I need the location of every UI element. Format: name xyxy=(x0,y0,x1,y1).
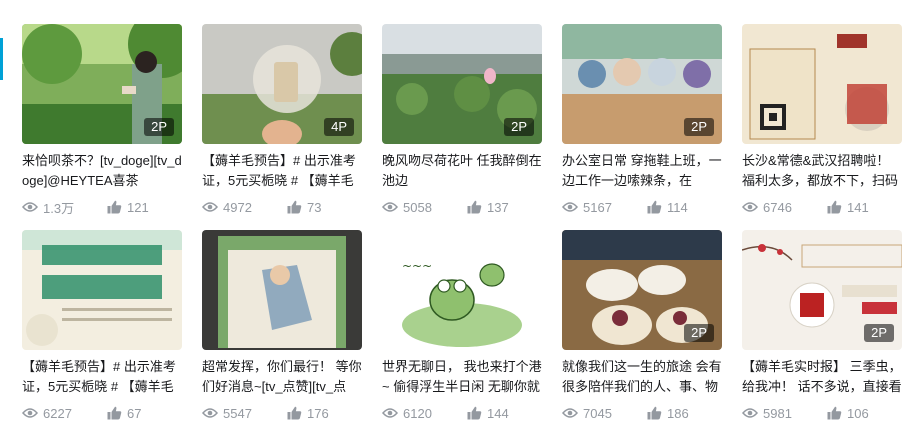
video-thumbnail[interactable] xyxy=(202,230,362,350)
view-eye-icon xyxy=(202,202,218,212)
video-thumbnail[interactable]: 2P xyxy=(562,230,722,350)
video-thumbnail[interactable]: 2P xyxy=(382,24,542,144)
video-thumbnail[interactable] xyxy=(742,24,902,144)
like-count: 141 xyxy=(847,199,869,215)
video-grid: 2P 来恰呗茶不？[tv_doge][tv_doge]@HEYTEA喜茶 1.3… xyxy=(22,24,902,421)
view-count: 5547 xyxy=(223,405,252,421)
thumb-up-icon xyxy=(467,406,482,420)
view-count: 7045 xyxy=(583,405,612,421)
active-tab-indicator xyxy=(0,38,3,80)
view-eye-icon xyxy=(562,408,578,418)
like-count: 144 xyxy=(487,405,509,421)
video-title[interactable]: 办公室日常 穿拖鞋上班，一边工作一边嗦辣条，在 xyxy=(562,151,722,191)
video-card[interactable]: 2P 办公室日常 穿拖鞋上班，一边工作一边嗦辣条，在 5167 114 xyxy=(562,24,722,215)
view-count: 5981 xyxy=(763,405,792,421)
video-thumbnail[interactable]: 2P xyxy=(562,24,722,144)
view-eye-icon xyxy=(22,408,38,418)
view-count: 6746 xyxy=(763,199,792,215)
view-count: 6227 xyxy=(43,405,72,421)
view-eye-icon xyxy=(562,202,578,212)
video-card[interactable]: 4P 【薅羊毛预告】# 出示准考证，5元买栀晓 # 【薅羊毛时间 4972 73 xyxy=(202,24,362,215)
thumb-up-icon xyxy=(827,200,842,214)
view-eye-icon xyxy=(742,408,758,418)
video-title[interactable]: 【薅羊毛实时报】 三季虫，给我冲！ 话不多说，直接看图。 xyxy=(742,357,902,397)
page-count-badge: 4P xyxy=(324,118,354,136)
video-title[interactable]: 来恰呗茶不？[tv_doge][tv_doge]@HEYTEA喜茶 xyxy=(22,151,182,191)
page-count-badge: 2P xyxy=(684,324,714,342)
video-thumbnail[interactable]: 2P xyxy=(22,24,182,144)
video-card[interactable]: 长沙&常德&武汉招聘啦！ 福利太多，都放不下，扫码康康 6746 141 xyxy=(742,24,902,215)
like-count: 114 xyxy=(667,199,688,215)
view-eye-icon xyxy=(202,408,218,418)
thumb-up-icon xyxy=(647,406,662,420)
page-count-badge: 2P xyxy=(144,118,174,136)
svg-text:~~~: ~~~ xyxy=(402,259,432,273)
view-count: 1.3万 xyxy=(43,200,75,216)
video-card[interactable]: ~~~ 世界无聊日， 我也来打个港~ 偷得浮生半日闲 无聊你就喝茶 6120 1… xyxy=(382,230,542,421)
video-title[interactable]: 超常发挥，你们最行！ 等你们好消息~[tv_点赞][tv_点赞] xyxy=(202,357,362,397)
video-card[interactable]: 2P 就像我们这一生的旅途 会有很多陪伴我们的人、事、物 “我 7045 186 xyxy=(562,230,722,421)
view-count: 5058 xyxy=(403,199,432,215)
page-count-badge: 2P xyxy=(684,118,714,136)
video-title[interactable]: 世界无聊日， 我也来打个港~ 偷得浮生半日闲 无聊你就喝茶 xyxy=(382,357,542,397)
video-card[interactable]: 2P 晚风吻尽荷花叶 任我醉倒在池边 5058 137 xyxy=(382,24,542,215)
video-card[interactable]: 2P 来恰呗茶不？[tv_doge][tv_doge]@HEYTEA喜茶 1.3… xyxy=(22,24,182,216)
thumb-up-icon xyxy=(647,200,662,214)
video-card[interactable]: 超常发挥，你们最行！ 等你们好消息~[tv_点赞][tv_点赞] 5547 17… xyxy=(202,230,362,421)
view-count: 4972 xyxy=(223,199,252,215)
view-eye-icon xyxy=(742,202,758,212)
like-count: 186 xyxy=(667,405,689,421)
thumb-up-icon xyxy=(287,406,302,420)
video-card[interactable]: 【薅羊毛预告】# 出示准考证，5元买栀晓 # 【薅羊毛时间 6227 67 xyxy=(22,230,182,421)
view-eye-icon xyxy=(22,202,38,212)
like-count: 106 xyxy=(847,405,869,421)
video-thumbnail[interactable] xyxy=(22,230,182,350)
thumb-up-icon xyxy=(107,406,122,420)
like-count: 137 xyxy=(487,199,509,215)
video-title[interactable]: 长沙&常德&武汉招聘啦！ 福利太多，都放不下，扫码康康 xyxy=(742,151,902,191)
video-title[interactable]: 【薅羊毛预告】# 出示准考证，5元买栀晓 # 【薅羊毛时间 xyxy=(22,357,182,397)
page-count-badge: 2P xyxy=(504,118,534,136)
thumb-up-icon xyxy=(827,406,842,420)
video-title[interactable]: 【薅羊毛预告】# 出示准考证，5元买栀晓 # 【薅羊毛时间 xyxy=(202,151,362,191)
video-thumbnail[interactable]: 2P xyxy=(742,230,902,350)
video-title[interactable]: 晚风吻尽荷花叶 任我醉倒在池边 xyxy=(382,151,542,191)
like-count: 73 xyxy=(307,199,322,215)
video-title[interactable]: 就像我们这一生的旅途 会有很多陪伴我们的人、事、物 “我 xyxy=(562,357,722,397)
view-eye-icon xyxy=(382,408,398,418)
thumb-up-icon xyxy=(467,200,482,214)
like-count: 67 xyxy=(127,405,142,421)
view-count: 6120 xyxy=(403,405,432,421)
page-count-badge: 2P xyxy=(864,324,894,342)
view-count: 5167 xyxy=(583,199,612,215)
like-count: 121 xyxy=(127,199,149,215)
thumb-up-icon xyxy=(287,200,302,214)
video-thumbnail[interactable]: 4P xyxy=(202,24,362,144)
like-count: 176 xyxy=(307,405,329,421)
view-eye-icon xyxy=(382,202,398,212)
thumb-up-icon xyxy=(107,200,122,214)
video-thumbnail[interactable]: ~~~ xyxy=(382,230,542,350)
video-card[interactable]: 2P 【薅羊毛实时报】 三季虫，给我冲！ 话不多说，直接看图。 5981 106 xyxy=(742,230,902,421)
